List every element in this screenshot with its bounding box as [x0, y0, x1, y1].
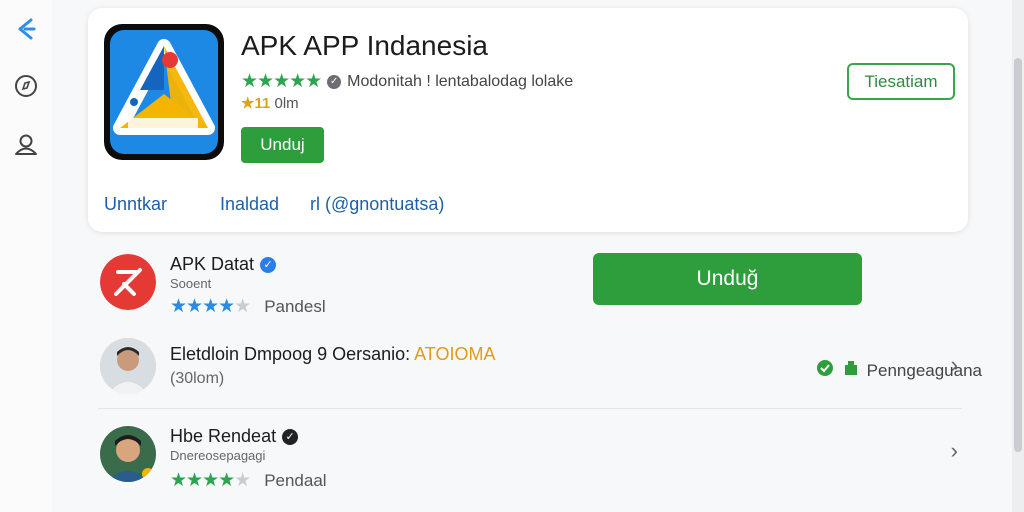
item-subtitle: Sooent: [170, 276, 212, 291]
rating-stars: ★★★★★: [170, 469, 251, 492]
item-name-highlight: ATOIOMA: [414, 344, 496, 364]
permissions-label: Penngeaguana: [866, 360, 982, 380]
meta-row: ★11 0lm: [241, 94, 299, 112]
item-label: Pandesl: [264, 296, 326, 316]
list-item[interactable]: Hbe Rendeat ✓ Dnereosepagagi ★★★★★ Penda…: [98, 424, 962, 494]
stars-filled: ★★★★: [170, 470, 235, 491]
install-button[interactable]: Unduj: [241, 127, 324, 163]
profile-icon[interactable]: [11, 130, 41, 160]
item-label: Pendaal: [264, 470, 327, 490]
rating-row: ★★★★★ ✓ Modonitah ! lentabalodag lolake: [241, 70, 573, 93]
item-rating: ★★★★★ Pendaal: [170, 469, 327, 492]
package-icon: [843, 360, 859, 381]
item-name: Eletdloin Dmpoog 9 Oersanio: ATOIOMA: [170, 344, 495, 365]
chevron-right-icon[interactable]: ›: [951, 438, 958, 464]
back-arrow-icon[interactable]: [11, 14, 41, 44]
rating-stars: ★★★★★: [241, 71, 322, 92]
item-name-text: APK Datat: [170, 254, 255, 274]
developer-name[interactable]: Modonitah ! lentabalodag lolake: [347, 73, 573, 91]
stars-empty: ★: [234, 470, 251, 491]
tab-2[interactable]: rl (@gnontuatsa): [310, 194, 444, 215]
avatar: [100, 254, 156, 310]
permissions-link[interactable]: Penngeaguana: [815, 358, 982, 383]
meta-highlight: ★11: [241, 95, 271, 112]
left-rail: [0, 0, 52, 512]
stars-empty: ★: [234, 296, 251, 317]
item-subtitle: Dnereosepagagi: [170, 448, 266, 463]
scrollbar-thumb[interactable]: [1014, 58, 1022, 452]
app-header-card: APK APP Indanesia ★★★★★ ✓ Modonitah ! le…: [88, 8, 968, 232]
item-name: APK Datat ✓: [170, 254, 277, 275]
item-name: Hbe Rendeat ✓: [170, 426, 299, 447]
divider: [98, 408, 962, 409]
scrollbar[interactable]: [1012, 0, 1024, 512]
stars-filled: ★★★★: [170, 296, 235, 317]
item-name-text: Eletdloin Dmpoog 9 Oersanio:: [170, 344, 411, 364]
tab-0[interactable]: Unntkar: [104, 194, 167, 215]
avatar: [100, 426, 156, 482]
verified-badge-icon: ✓: [282, 428, 299, 445]
app-logo-icon: [104, 24, 224, 160]
avatar: [100, 338, 156, 394]
meta-text: 0lm: [270, 95, 299, 112]
compass-icon[interactable]: [11, 71, 41, 101]
tab-1[interactable]: Inaldad: [220, 194, 279, 215]
app-title: APK APP Indanesia: [241, 30, 488, 61]
install-button[interactable]: Unduğ: [593, 253, 862, 305]
item-rating: ★★★★★ Pandesl: [170, 295, 326, 318]
item-subtitle: (30lom): [170, 370, 225, 387]
item-name-text: Hbe Rendeat: [170, 426, 277, 446]
verified-badge-icon: ✓: [260, 256, 277, 273]
rating-stars: ★★★★★: [170, 295, 251, 318]
outline-button[interactable]: Tiesatiam: [847, 63, 955, 100]
verified-icon: ✓: [327, 74, 342, 89]
security-icon: [815, 358, 835, 383]
